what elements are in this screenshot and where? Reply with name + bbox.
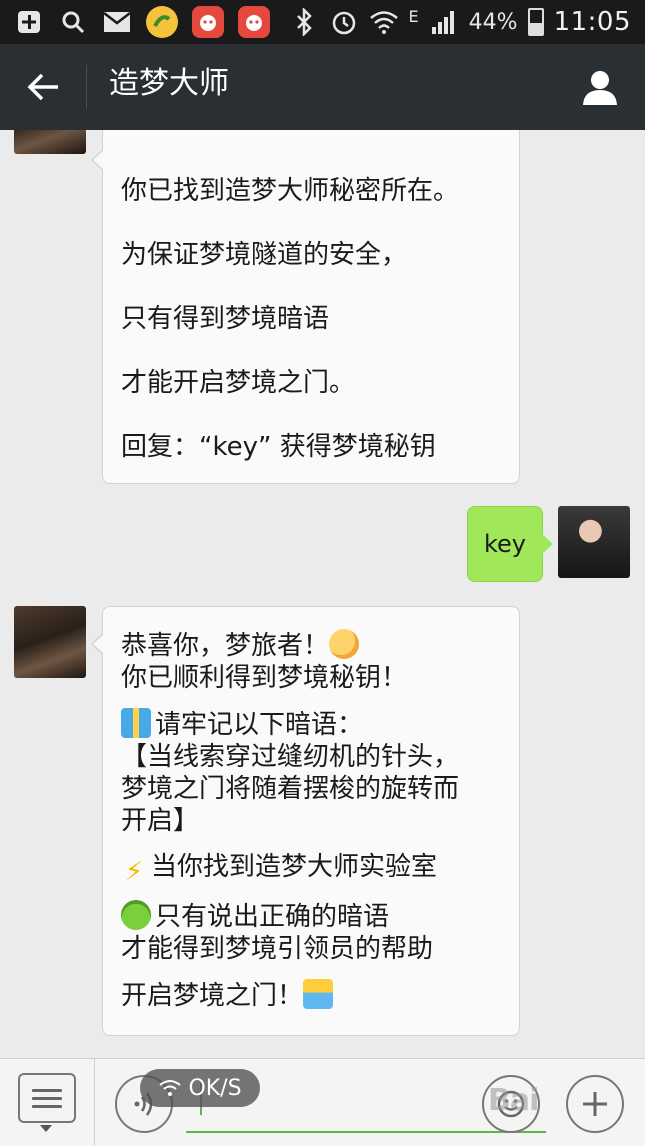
- battery-percent: 44%: [468, 9, 518, 35]
- input-divider: [94, 1059, 95, 1146]
- battery-icon: [527, 8, 544, 36]
- more-button[interactable]: [566, 1075, 624, 1133]
- user-avatar[interactable]: [558, 506, 630, 578]
- signal-icon: [429, 7, 459, 37]
- input-bar: OK/S Bai: [0, 1058, 645, 1146]
- message-text: key: [483, 530, 526, 558]
- status-bar: E 44% 11:05: [0, 0, 645, 44]
- message-line: 【当线索穿过缝纫机的针头，: [121, 742, 460, 772]
- message-line: 回复：“key” 获得梦境秘钥: [121, 432, 436, 462]
- message-line: 只有说出正确的暗语: [155, 902, 390, 932]
- bot-message-bubble[interactable]: 恭喜你，梦旅者！ 你已顺利得到梦境秘钥！ 请牢记以下暗语： 【当线索穿过缝纫机的…: [91, 606, 520, 1036]
- frog-emoji-icon: [121, 900, 151, 930]
- message-paragraph: 恭喜你，梦旅者！ 你已顺利得到梦境秘钥！: [121, 629, 501, 694]
- message-line: 当你找到造梦大师实验室: [151, 852, 438, 882]
- message-paragraph: ⚡ 当你找到造梦大师实验室: [121, 851, 501, 887]
- bot-message-bubble[interactable]: 你已找到造梦大师秘密所在。 为保证梦境隧道的安全， 只有得到梦境暗语 才能开启梦…: [91, 130, 520, 484]
- bluetooth-icon: [289, 7, 319, 37]
- message-line: 为保证梦境隧道的安全，: [121, 240, 408, 270]
- network-type: E: [408, 6, 419, 26]
- menu-icon: [32, 1088, 62, 1092]
- message-line: 你已顺利得到梦境秘钥！: [121, 663, 408, 693]
- bot-avatar[interactable]: [14, 130, 86, 154]
- status-time: 11:05: [553, 7, 631, 37]
- message-line: 才能开启梦境之门。: [121, 368, 356, 398]
- message-line: 恭喜你，梦旅者！: [121, 631, 330, 661]
- back-button[interactable]: [0, 44, 86, 130]
- message-paragraph: 只有说出正确的暗语 才能得到梦境引领员的帮助: [121, 900, 501, 965]
- message-line: 开启】: [121, 806, 200, 836]
- message-line: 只有得到梦境暗语: [121, 304, 330, 334]
- watermark-logo: Bai: [488, 1083, 539, 1118]
- message-line: 请牢记以下暗语：: [155, 710, 364, 740]
- gift-emoji-icon: [121, 708, 151, 738]
- status-left-icons: [14, 6, 270, 38]
- menu-button[interactable]: [18, 1073, 76, 1123]
- cup-emoji-icon: [303, 979, 334, 1009]
- user-message-bubble[interactable]: key: [467, 506, 553, 582]
- back-arrow-icon: [27, 73, 58, 101]
- wifi-icon: [369, 7, 399, 37]
- status-right-icons: E 44% 11:05: [289, 7, 631, 37]
- message-line: 你已找到造梦大师秘密所在。: [121, 176, 460, 206]
- speed-text: OK/S: [188, 1075, 242, 1101]
- message-line: 开启梦境之门！: [121, 981, 304, 1011]
- profile-icon: [583, 71, 617, 105]
- title-bar: 造梦大师: [0, 44, 645, 130]
- hug-face-emoji-icon: [329, 629, 360, 659]
- bot-avatar[interactable]: [14, 606, 86, 678]
- app-cat-icon: [192, 6, 224, 38]
- app-badge-icon: [146, 6, 178, 38]
- page-title: 造梦大师: [109, 66, 229, 101]
- profile-button[interactable]: [555, 44, 645, 130]
- add-box-icon: [14, 7, 44, 37]
- plus-icon: [583, 1092, 607, 1116]
- chat-area[interactable]: 你已找到造梦大师秘密所在。 为保证梦境隧道的安全， 只有得到梦境暗语 才能开启梦…: [0, 130, 645, 1058]
- wifi-icon: [159, 1080, 182, 1096]
- mail-icon: [102, 7, 132, 37]
- chevron-down-icon: [40, 1125, 52, 1132]
- message-paragraph: 开启梦境之门！: [121, 979, 501, 1012]
- network-speed-badge: OK/S: [140, 1069, 260, 1107]
- message-line: 梦境之门将随着摆梭的旋转而: [121, 774, 460, 804]
- app-cat-icon: [238, 6, 270, 38]
- search-icon: [58, 7, 88, 37]
- lightning-emoji-icon: ⚡: [124, 857, 144, 887]
- alarm-icon: [329, 7, 359, 37]
- message-paragraph: 请牢记以下暗语： 【当线索穿过缝纫机的针头， 梦境之门将随着摆梭的旋转而 开启】: [121, 708, 501, 837]
- message-line: 才能得到梦境引领员的帮助: [121, 934, 434, 964]
- title-divider: [86, 65, 87, 109]
